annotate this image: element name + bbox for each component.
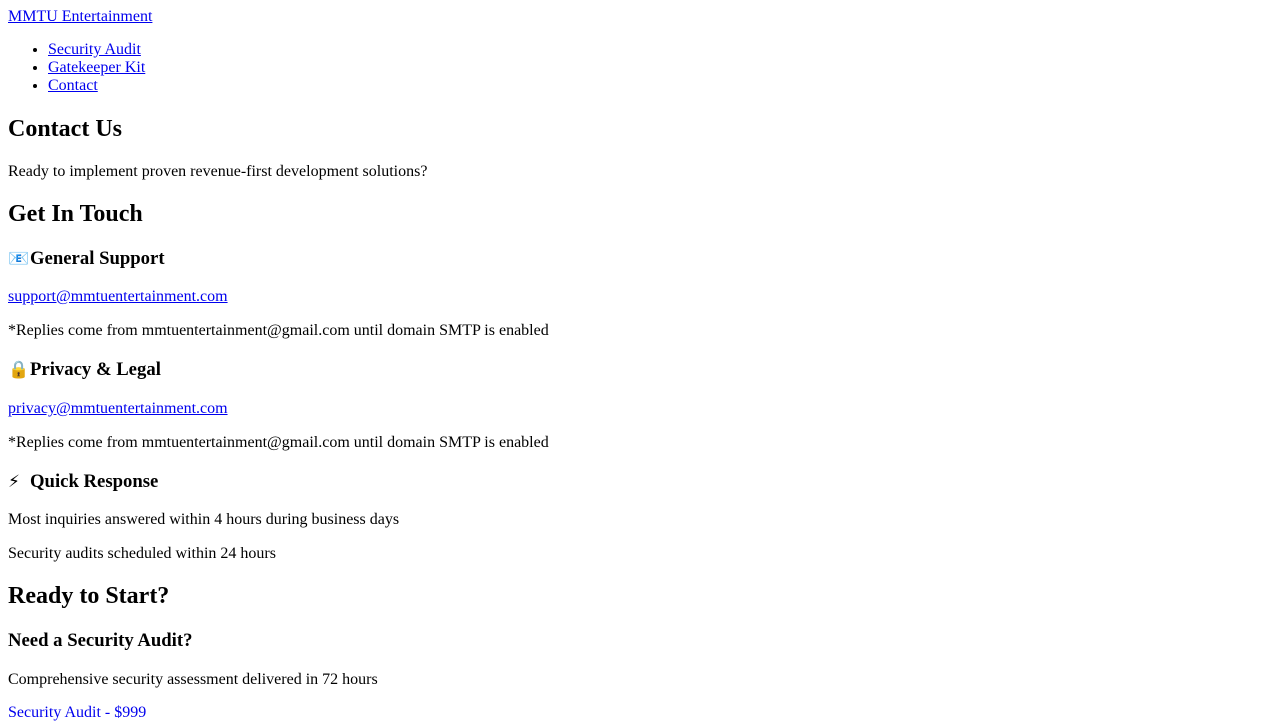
- page-title: Contact Us: [8, 116, 122, 142]
- main-nav: Security Audit Gatekeeper Kit Contact: [0, 41, 145, 95]
- envelope-icon: 📧: [8, 249, 30, 269]
- general-support-heading: 📧General Support: [8, 248, 165, 270]
- brand-link[interactable]: MMTU Entertainment: [8, 8, 152, 26]
- quick-response-heading: ⚡ Quick Response: [8, 471, 158, 493]
- security-audit-cta-link[interactable]: Security Audit - $999: [8, 704, 146, 722]
- nav-item-gatekeeper-kit: Gatekeeper Kit: [48, 59, 145, 77]
- support-reply-note: *Replies come from mmtuentertainment@gma…: [8, 322, 549, 339]
- nav-link-security-audit[interactable]: Security Audit: [48, 41, 141, 58]
- lightning-icon: ⚡: [8, 472, 20, 492]
- privacy-reply-note: *Replies come from mmtuentertainment@gma…: [8, 434, 549, 451]
- security-audit-cta-heading: Need a Security Audit?: [8, 630, 193, 651]
- privacy-legal-title: Privacy & Legal: [30, 359, 161, 380]
- security-audit-cta-description: Comprehensive security assessment delive…: [8, 671, 378, 688]
- get-in-touch-heading: Get In Touch: [8, 201, 143, 227]
- quick-response-title: Quick Response: [30, 471, 159, 492]
- general-support-title: General Support: [30, 248, 165, 269]
- nav-link-gatekeeper-kit[interactable]: Gatekeeper Kit: [48, 59, 145, 76]
- audit-schedule-text: Security audits scheduled within 24 hour…: [8, 545, 276, 562]
- ready-to-start-heading: Ready to Start?: [8, 583, 170, 609]
- nav-item-security-audit: Security Audit: [48, 41, 145, 59]
- nav-link-contact[interactable]: Contact: [48, 77, 98, 94]
- support-email-link[interactable]: support@mmtuentertainment.com: [8, 288, 228, 306]
- lock-icon: 🔒: [8, 360, 30, 380]
- response-time-text: Most inquiries answered within 4 hours d…: [8, 511, 400, 528]
- page-subtitle: Ready to implement proven revenue-first …: [8, 163, 428, 180]
- privacy-email-link[interactable]: privacy@mmtuentertainment.com: [8, 400, 228, 418]
- nav-item-contact: Contact: [48, 77, 145, 95]
- privacy-legal-heading: 🔒Privacy & Legal: [8, 359, 161, 381]
